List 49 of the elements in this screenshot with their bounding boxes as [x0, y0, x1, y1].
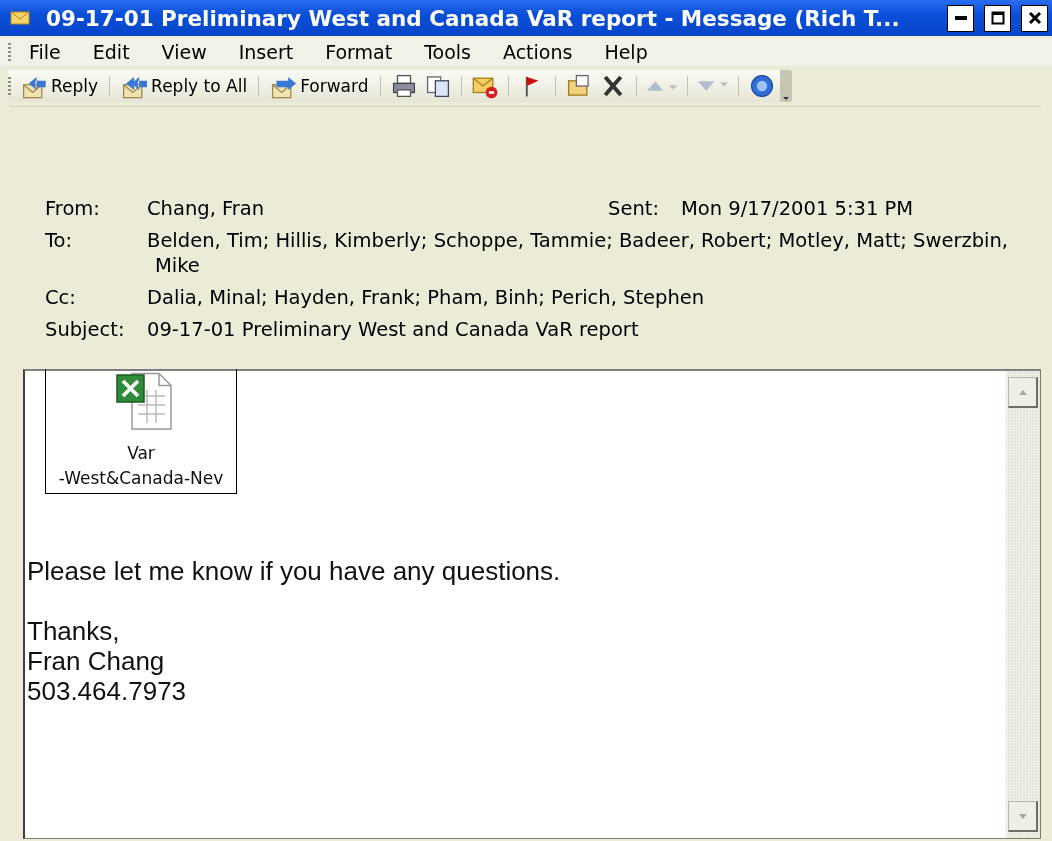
field-value: Dalia, Minal; Hayden, Frank; Pham, Binh; Perich, Stephen: [147, 285, 706, 310]
menu-item[interactable]: Help: [602, 41, 650, 63]
menu-item[interactable]: View: [159, 41, 209, 63]
envelope-icon: [10, 10, 30, 26]
scroll-down-button[interactable]: [1008, 801, 1038, 832]
attachment-name: -West&Canada-Nev: [58, 467, 224, 490]
attachment-tile[interactable]: Var -West&Canada-Nev: [45, 369, 237, 494]
menu-item[interactable]: Edit: [90, 41, 132, 63]
scroll-up-button[interactable]: [1008, 377, 1038, 408]
toolbar-button[interactable]: Reply: [17, 70, 103, 102]
up-arrow-icon: [1017, 388, 1028, 396]
toolbar-overflow[interactable]: [779, 70, 792, 102]
field-value: Belden, Tim; Hillis, Kimberly; Schoppe, Tammie; Badeer, Robert; Motley, Matt; Swerzbin, Mike: [147, 228, 1009, 278]
toolbar-button[interactable]: Reply to All: [117, 70, 252, 102]
previous-item-icon: [646, 81, 677, 91]
overflow-icon: [781, 96, 790, 102]
window-title: 09-17-01 Preliminary West and Canada VaR report - Message (Rich T...: [46, 5, 901, 31]
message-text: Thanks,: [27, 616, 120, 646]
field-value: Mon 9/17/2001 5:31 PM: [681, 196, 915, 221]
copy-icon: [424, 73, 451, 99]
scrollbar[interactable]: [1006, 371, 1040, 838]
next-item-icon: [697, 81, 728, 91]
move-to-folder-icon: [565, 73, 592, 99]
minimize-icon: [954, 16, 967, 20]
field-label: Cc:: [45, 285, 77, 310]
down-arrow-icon: [1017, 812, 1028, 820]
minimize-button[interactable]: [947, 4, 974, 32]
field-value: Chang, Fran: [147, 196, 266, 221]
maximize-button[interactable]: [984, 4, 1011, 32]
close-button[interactable]: [1021, 4, 1048, 32]
message-text: 503.464.7973: [27, 676, 187, 706]
toolbar-button[interactable]: Forward: [266, 70, 373, 102]
message-text: Please let me know if you have any questions.: [27, 556, 561, 586]
message-text: Fran Chang: [27, 646, 165, 676]
field-label: Sent:: [608, 196, 660, 221]
printer-icon: [390, 73, 417, 99]
menu-item[interactable]: File: [27, 41, 63, 63]
menu-item[interactable]: Insert: [236, 41, 296, 63]
field-label: Subject:: [45, 317, 126, 342]
field-label: To:: [45, 228, 74, 254]
attachment-name: Var: [127, 442, 155, 465]
maximize-icon: [990, 11, 1005, 25]
menu-item[interactable]: Actions: [500, 41, 575, 63]
menu-item[interactable]: Tools: [422, 41, 473, 63]
field-label: From:: [45, 196, 101, 221]
close-icon: [1027, 11, 1042, 25]
help-icon: [748, 73, 775, 99]
field-value: 09-17-01 Preliminary West and Canada VaR report: [147, 317, 640, 342]
menu-item[interactable]: Format: [323, 41, 395, 63]
